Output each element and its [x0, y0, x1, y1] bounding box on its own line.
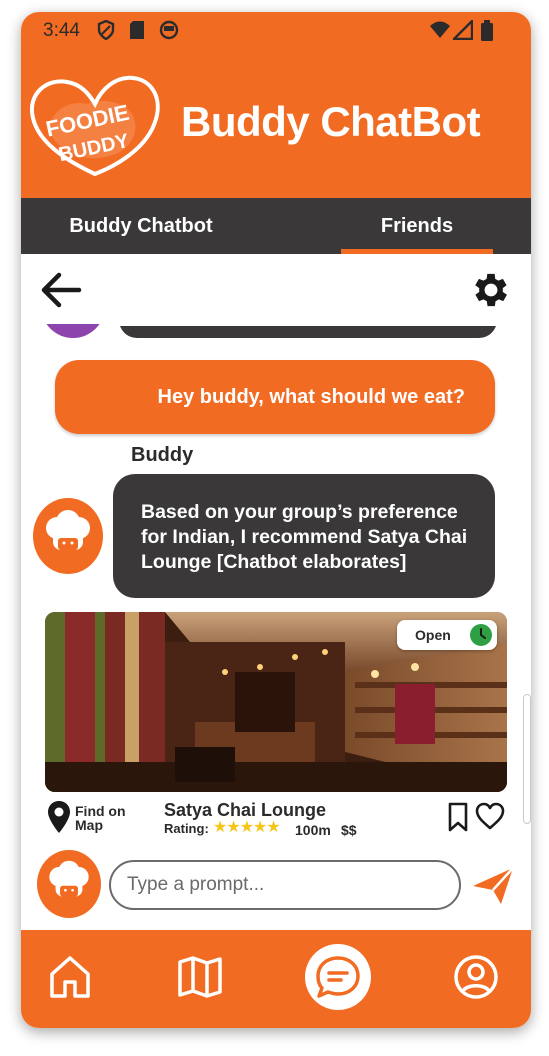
clock-icon — [470, 624, 492, 646]
chef-hat-icon — [46, 510, 90, 550]
restaurant-distance: 100m — [295, 822, 331, 838]
chef-hat-icon — [49, 860, 89, 897]
restaurant-price: $$ — [341, 822, 357, 838]
app-header: FOODIE BUDDY Buddy ChatBot — [21, 48, 531, 198]
map-pin-icon[interactable] — [47, 800, 71, 834]
user-message-bubble: Hey buddy, what should we eat? — [55, 360, 495, 434]
home-icon[interactable] — [47, 954, 93, 1000]
sd-card-icon — [130, 21, 144, 39]
gear-icon[interactable] — [469, 268, 513, 312]
chat-nav-button[interactable] — [305, 944, 371, 1010]
chat-icon — [316, 956, 360, 998]
bot-message-bubble: Based on your group’s preference for Ind… — [113, 474, 495, 598]
paper-plane-icon[interactable] — [471, 864, 515, 908]
scrollbar[interactable] — [523, 694, 531, 824]
tab-label: Friends — [380, 215, 454, 237]
tab-bar: Buddy Chatbot Friends — [21, 198, 531, 254]
phone-screen: 3:44 FOODIE BUDDY Buddy ChatBot Buddy Ch… — [21, 12, 531, 1028]
sync-status-icon — [159, 20, 179, 40]
cell-signal-icon — [453, 20, 473, 40]
app-title: Buddy ChatBot — [181, 98, 481, 145]
open-status-badge: Open — [397, 620, 497, 650]
bottom-navigation — [21, 930, 531, 1028]
input-bot-avatar — [37, 850, 101, 918]
map-icon[interactable] — [177, 954, 223, 1000]
foodie-buddy-logo: FOODIE BUDDY — [29, 75, 160, 177]
tab-friends[interactable]: Friends — [341, 198, 493, 254]
bot-message-text: Based on your group’s preference for Ind… — [141, 501, 468, 573]
bot-avatar — [33, 498, 103, 574]
tab-buddy-chatbot[interactable]: Buddy Chatbot — [21, 198, 261, 254]
status-bar: 3:44 — [21, 12, 531, 48]
open-status-text: Open — [415, 627, 451, 643]
wifi-icon — [430, 21, 450, 38]
chat-area: Hey buddy, what should we eat? Buddy Bas… — [21, 254, 531, 930]
heart-icon[interactable] — [475, 802, 505, 830]
rating-label: Rating: — [164, 821, 209, 836]
bookmark-icon[interactable] — [447, 802, 469, 832]
rating-stars: ★★★★★ — [213, 819, 281, 836]
find-on-map-link[interactable]: Find on Map — [75, 804, 135, 832]
arrow-left-icon[interactable] — [39, 270, 83, 310]
battery-icon — [481, 20, 493, 41]
status-time: 3:44 — [43, 20, 80, 41]
shield-status-icon — [97, 20, 115, 40]
previous-message-bubble — [119, 326, 497, 338]
tab-label: Buddy Chatbot — [69, 215, 213, 237]
prompt-input[interactable] — [109, 860, 461, 910]
profile-icon[interactable] — [453, 954, 499, 1000]
bot-sender-name: Buddy — [131, 444, 194, 466]
user-message-text: Hey buddy, what should we eat? — [157, 386, 465, 408]
